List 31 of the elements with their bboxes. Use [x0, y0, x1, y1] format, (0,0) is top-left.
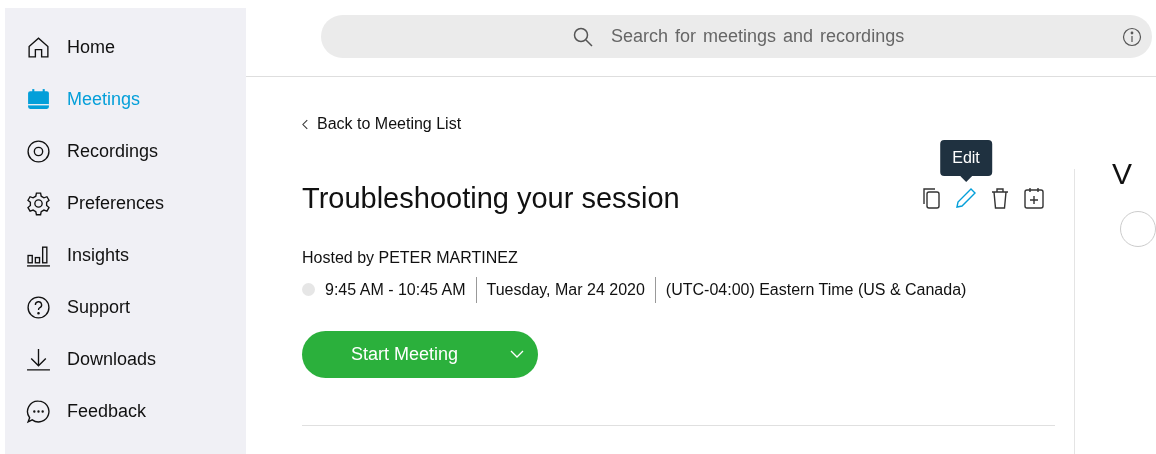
status-dot [302, 283, 315, 296]
nav-item[interactable]: Home [5, 30, 246, 64]
search-icon [573, 26, 593, 47]
meeting-date: Tuesday, Mar 24 2020 [486, 280, 645, 299]
search-field[interactable]: Search for meetings and recordings [321, 15, 1152, 58]
nav-item[interactable]: Preferences [5, 186, 246, 220]
caret-icon [510, 350, 524, 358]
gear-icon [26, 190, 51, 216]
nav-item[interactable]: Insights [5, 238, 246, 272]
meeting-time: 9:45 AM - 10:45 AM [325, 280, 466, 299]
search-input[interactable]: Search for meetings and recordings [593, 25, 1122, 48]
chevron-left-icon [302, 118, 309, 130]
nav-item[interactable]: Feedback [5, 394, 246, 428]
nav-item[interactable]: Downloads [5, 342, 246, 376]
home-icon [26, 34, 51, 60]
host-text: Hosted by PETER MARTINEZ [302, 248, 519, 267]
pencil-icon[interactable] [954, 186, 978, 210]
chat-icon [26, 398, 51, 424]
calendar-add-icon[interactable] [1022, 186, 1046, 210]
nav-item[interactable]: Support [5, 290, 246, 324]
panel-heading: V [1112, 157, 1133, 191]
calendar-icon [26, 86, 51, 112]
tooltip-pointer-icon [960, 176, 972, 182]
meeting-timezone: (UTC-04:00) Eastern Time (US & Canada) [665, 280, 967, 299]
download-icon [26, 346, 51, 372]
help-icon [26, 294, 51, 320]
meeting-title: Troubleshooting your session [302, 181, 680, 215]
disc-icon [26, 138, 51, 164]
info-icon[interactable] [1122, 26, 1142, 47]
nav-item[interactable]: Recordings [5, 134, 246, 168]
tooltip: Edit [940, 140, 992, 176]
